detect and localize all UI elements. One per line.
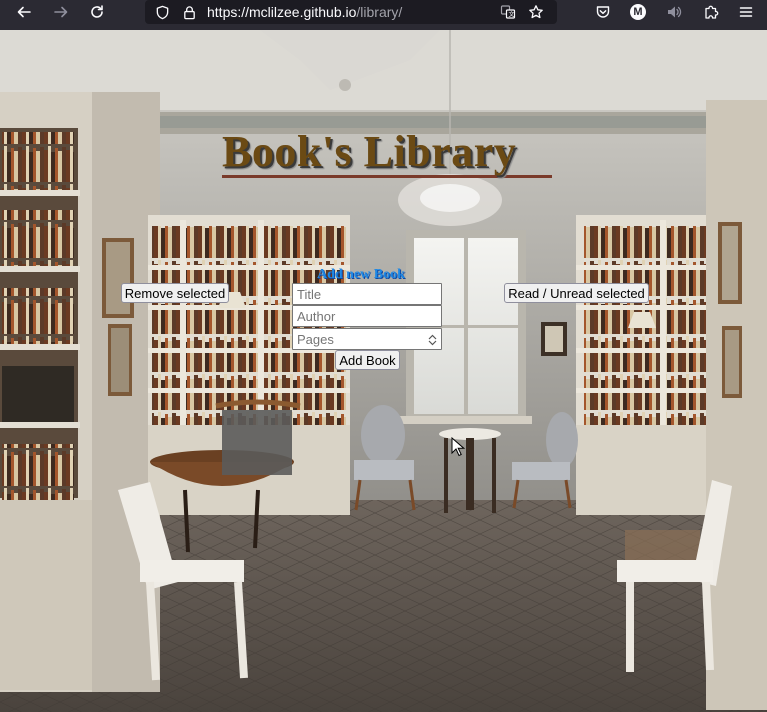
add-book-button[interactable]: Add Book	[335, 350, 400, 370]
mute-tab-button[interactable]	[660, 0, 688, 24]
address-bar[interactable]: https://mclilzee.github.io/library/ 文	[145, 0, 557, 24]
url-path: /library/	[356, 4, 403, 20]
add-book-form-title: Add new Book	[317, 267, 405, 282]
stepper-down-icon[interactable]	[428, 340, 437, 346]
extensions-puzzle-icon	[705, 5, 719, 19]
back-button[interactable]	[10, 0, 38, 24]
account-button[interactable]: M	[624, 0, 652, 24]
reload-button[interactable]	[83, 0, 111, 24]
browser-toolbar: https://mclilzee.github.io/library/ 文 M	[0, 0, 767, 30]
hamburger-menu-icon	[739, 7, 753, 17]
app-menu-button[interactable]	[732, 0, 760, 24]
pocket-button[interactable]	[589, 0, 617, 24]
speaker-icon	[668, 6, 682, 18]
lock-icon[interactable]	[180, 3, 198, 21]
account-avatar-icon: M	[630, 4, 646, 20]
bookmark-star-icon[interactable]	[527, 3, 545, 21]
page-title: Book's Library	[222, 127, 517, 176]
page-viewport: Book's Library Add new Book Remove selec…	[0, 30, 767, 712]
forward-button[interactable]	[47, 0, 75, 24]
pocket-icon	[596, 6, 610, 18]
url-host: https://mclilzee.github.io	[207, 4, 357, 20]
tracking-protection-shield-icon[interactable]	[153, 3, 171, 21]
pages-stepper[interactable]	[424, 330, 440, 350]
book-author-input[interactable]	[292, 305, 442, 327]
mouse-cursor-icon	[451, 437, 465, 457]
translate-icon[interactable]: 文	[499, 3, 517, 21]
svg-text:文: 文	[509, 11, 515, 19]
extensions-button[interactable]	[697, 0, 725, 24]
remove-selected-button[interactable]: Remove selected	[121, 283, 229, 303]
back-arrow-icon	[17, 6, 31, 18]
url-text[interactable]: https://mclilzee.github.io/library/	[207, 4, 402, 20]
toggle-read-selected-button[interactable]: Read / Unread selected	[504, 283, 649, 303]
book-pages-input[interactable]	[292, 328, 442, 350]
reload-icon	[91, 5, 103, 18]
book-title-input[interactable]	[292, 283, 442, 305]
forward-arrow-icon	[54, 6, 68, 18]
